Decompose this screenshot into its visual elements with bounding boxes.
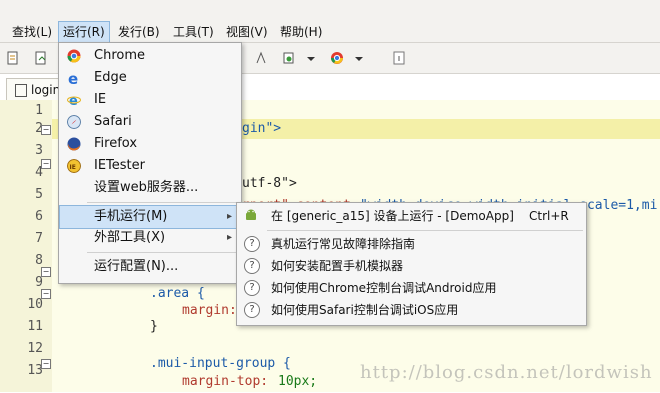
chrome-icon — [67, 49, 81, 63]
svg-text:IE: IE — [70, 164, 76, 171]
menu-item-label: IETester — [94, 158, 145, 173]
svg-text:e: e — [69, 94, 78, 107]
menu-item-label: 外部工具(X) — [94, 230, 166, 245]
line-number: 11 — [27, 319, 43, 334]
menu-item-phone-run[interactable]: 手机运行(M) ▸ — [59, 205, 241, 229]
submenu-item-chrome-debug[interactable]: ? 如何使用Chrome控制台调试Android应用 — [237, 277, 584, 299]
menu-item-chrome[interactable]: Chrome — [60, 45, 240, 67]
submenu-item-run-on-device[interactable]: 在 [generic_a15] 设备上运行 - [DemoApp] Ctrl+R — [237, 205, 584, 227]
submenu-item-label: 如何安装配置手机模拟器 — [271, 259, 404, 273]
menu-item-run-config[interactable]: 运行配置(N)... — [60, 256, 240, 278]
line-number: 6 — [35, 209, 43, 224]
submenu-item-troubleshooting[interactable]: ? 真机运行常见故障排除指南 — [237, 233, 584, 255]
menu-item-external-tools[interactable]: 外部工具(X) ▸ — [60, 227, 240, 249]
ie-icon: e — [67, 94, 81, 107]
save-file-icon[interactable] — [34, 51, 48, 65]
file-icon — [15, 84, 27, 97]
line-number: 12 — [27, 341, 43, 356]
help-icon: ? — [244, 236, 260, 252]
menu-help[interactable]: 帮助(H) — [276, 22, 326, 42]
line-number: 10 — [27, 297, 43, 312]
menu-item-label: Chrome — [94, 48, 145, 63]
submenu-item-label: 如何使用Safari控制台调试iOS应用 — [271, 303, 459, 317]
edge-icon: e — [68, 71, 78, 85]
line-number: 3 — [35, 143, 43, 158]
info-icon[interactable] — [392, 51, 406, 65]
code-line-16-value: 10px; — [278, 374, 318, 389]
firefox-icon — [67, 137, 81, 151]
line-number: 4 — [35, 165, 43, 180]
run-menu-dropdown: Chrome e Edge e IE Safari Firefox IE IET… — [58, 42, 242, 284]
menu-item-label: 手机运行(M) — [94, 209, 168, 224]
menu-view[interactable]: 视图(V) — [222, 22, 272, 42]
submenu-item-safari-debug[interactable]: ? 如何使用Safari控制台调试iOS应用 — [237, 299, 584, 321]
chrome-run-icon[interactable] — [330, 51, 344, 65]
shortcut-label: Ctrl+R — [529, 209, 569, 223]
menu-separator — [87, 202, 237, 203]
menu-tools[interactable]: 工具(T) — [169, 22, 218, 42]
help-icon: ? — [244, 280, 260, 296]
new-file-icon[interactable] — [6, 51, 20, 65]
menu-item-label: Safari — [94, 114, 132, 129]
code-line-12: margin: — [182, 303, 237, 318]
menu-item-label: Edge — [94, 70, 127, 85]
code-line-13: } — [150, 319, 158, 334]
line-number: 13 — [27, 363, 43, 378]
ietester-icon: IE — [67, 159, 81, 173]
menu-find[interactable]: 查找(L) — [8, 22, 56, 42]
safari-icon — [67, 115, 81, 129]
search-text-icon[interactable] — [254, 51, 268, 65]
submenu-item-label: 如何使用Chrome控制台调试Android应用 — [271, 281, 497, 295]
submenu-arrow-icon: ▸ — [226, 211, 232, 222]
menu-separator — [87, 252, 237, 253]
menu-item-edge[interactable]: e Edge — [60, 67, 240, 89]
menu-run[interactable]: 运行(R) — [58, 21, 110, 43]
watermark: http://blog.csdn.net/lordwish — [360, 362, 653, 383]
line-number: 8 — [35, 253, 43, 268]
menu-publish[interactable]: 发行(B) — [114, 22, 164, 42]
tab-label: login — [31, 83, 61, 97]
menu-item-label: IE — [94, 92, 107, 107]
submenu-item-label: 在 [generic_a15] 设备上运行 - [DemoApp] — [271, 209, 514, 223]
line-number — [0, 382, 43, 392]
menu-item-safari[interactable]: Safari — [60, 111, 240, 133]
svg-text:e: e — [68, 71, 78, 85]
fold-toggle-icon[interactable]: − — [41, 289, 51, 299]
menu-item-label: Firefox — [94, 136, 138, 151]
menu-separator — [267, 230, 583, 231]
menu-item-ie[interactable]: e IE — [60, 89, 240, 111]
line-number: 7 — [35, 231, 43, 246]
menu-item-label: 设置web服务器... — [94, 180, 199, 195]
line-number: 2 — [35, 121, 43, 136]
menu-item-label: 运行配置(N)... — [94, 259, 179, 274]
line-number: 5 — [35, 187, 43, 202]
code-line-2: gin"> — [242, 121, 282, 136]
dropdown-arrow-icon[interactable] — [354, 51, 364, 65]
code-line-16-prop: margin-top: — [182, 374, 276, 389]
help-icon: ? — [244, 302, 260, 318]
submenu-arrow-icon: ▸ — [226, 232, 232, 243]
menu-item-web-server[interactable]: 设置web服务器... — [60, 177, 240, 199]
dropdown-arrow-icon[interactable] — [306, 51, 316, 65]
fold-toggle-icon[interactable]: − — [41, 267, 51, 277]
menu-bar: 查找(L) 运行(R) 发行(B) 工具(T) 视图(V) 帮助(H) — [0, 0, 660, 43]
line-number: 9 — [35, 275, 43, 290]
menu-item-firefox[interactable]: Firefox — [60, 133, 240, 155]
code-line-5: utf-8"> — [242, 176, 297, 191]
android-icon — [246, 209, 256, 220]
fold-toggle-icon[interactable]: − — [41, 159, 51, 169]
submenu-item-emulator-guide[interactable]: ? 如何安装配置手机模拟器 — [237, 255, 584, 277]
submenu-item-label: 真机运行常见故障排除指南 — [271, 237, 416, 251]
fold-toggle-icon[interactable]: − — [41, 125, 51, 135]
menu-item-ietester[interactable]: IE IETester — [60, 155, 240, 177]
phone-run-submenu: 在 [generic_a15] 设备上运行 - [DemoApp] Ctrl+R… — [236, 202, 587, 326]
new-project-icon[interactable] — [282, 51, 296, 65]
fold-toggle-icon[interactable]: − — [41, 359, 51, 369]
help-icon: ? — [244, 258, 260, 274]
